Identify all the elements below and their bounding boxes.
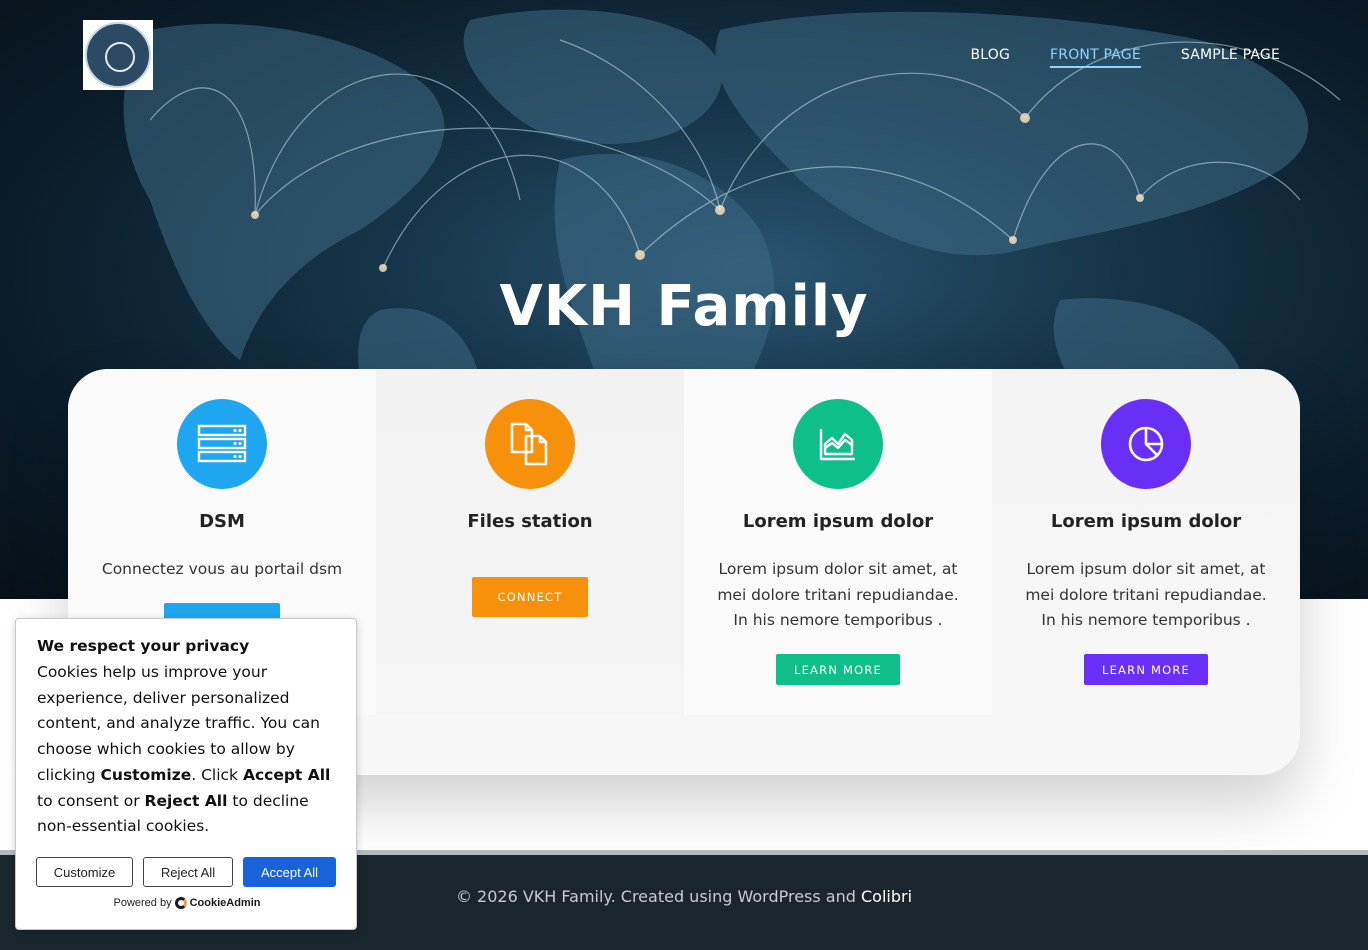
cookie-description: Cookies help us improve your experience,… [37, 660, 337, 840]
nav-blog[interactable]: BLOG [970, 47, 1010, 68]
cookie-text: . Click [191, 765, 243, 784]
cookie-text-bold: Customize [100, 765, 192, 784]
footer-text: © 2026 VKH Family. Created using WordPre… [455, 887, 861, 906]
feature-files-station: Files station CONNECT [376, 369, 684, 715]
accept-all-button[interactable]: Accept All [243, 857, 336, 887]
feature-title: Lorem ipsum dolor [1050, 511, 1242, 532]
customize-button[interactable]: Customize [36, 857, 133, 887]
files-icon [485, 399, 575, 489]
area-chart-icon [793, 399, 883, 489]
feature-text: Lorem ipsum dolor sit amet, at mei dolor… [1025, 560, 1267, 629]
family-crest-icon [85, 22, 151, 88]
learn-more-button[interactable]: LEARN MORE [776, 654, 900, 685]
nav-sample-page[interactable]: SAMPLE PAGE [1181, 47, 1280, 68]
cookie-text-bold: Reject All [144, 791, 228, 810]
cookie-consent-banner: We respect your privacy Cookies help us … [15, 618, 357, 930]
connect-button[interactable]: CONNECT [472, 577, 588, 617]
server-icon [177, 399, 267, 489]
feature-lorem-2: Lorem ipsum dolor Lorem ipsum dolor sit … [992, 369, 1300, 715]
feature-lorem-1: Lorem ipsum dolor Lorem ipsum dolor sit … [684, 369, 992, 715]
cookie-text: to consent or [37, 791, 145, 810]
feature-title: Files station [467, 511, 593, 532]
cookieadmin-logo-icon [174, 897, 187, 909]
reject-all-button[interactable]: Reject All [143, 857, 233, 887]
colibri-link[interactable]: Colibri [861, 887, 912, 906]
feature-title: DSM [199, 511, 245, 532]
feature-title: Lorem ipsum dolor [742, 511, 934, 532]
feature-text: Connectez vous au portail dsm [101, 560, 343, 578]
hero-title: VKH Family [499, 274, 869, 339]
nav-front-page[interactable]: FRONT PAGE [1050, 47, 1141, 68]
main-nav: BLOG FRONT PAGE SAMPLE PAGE [970, 47, 1280, 68]
cookieadmin-brand[interactable]: CookieAdmin [190, 897, 261, 909]
powered-by-label: Powered by [113, 897, 172, 909]
learn-more-button[interactable]: LEARN MORE [1084, 654, 1208, 685]
pie-chart-icon [1101, 399, 1191, 489]
cookie-title: We respect your privacy [37, 637, 250, 655]
site-logo[interactable] [83, 20, 153, 90]
cookie-text-bold: Accept All [242, 765, 331, 784]
feature-text: Lorem ipsum dolor sit amet, at mei dolor… [717, 560, 959, 629]
powered-by: Powered by CookieAdmin [16, 897, 358, 909]
